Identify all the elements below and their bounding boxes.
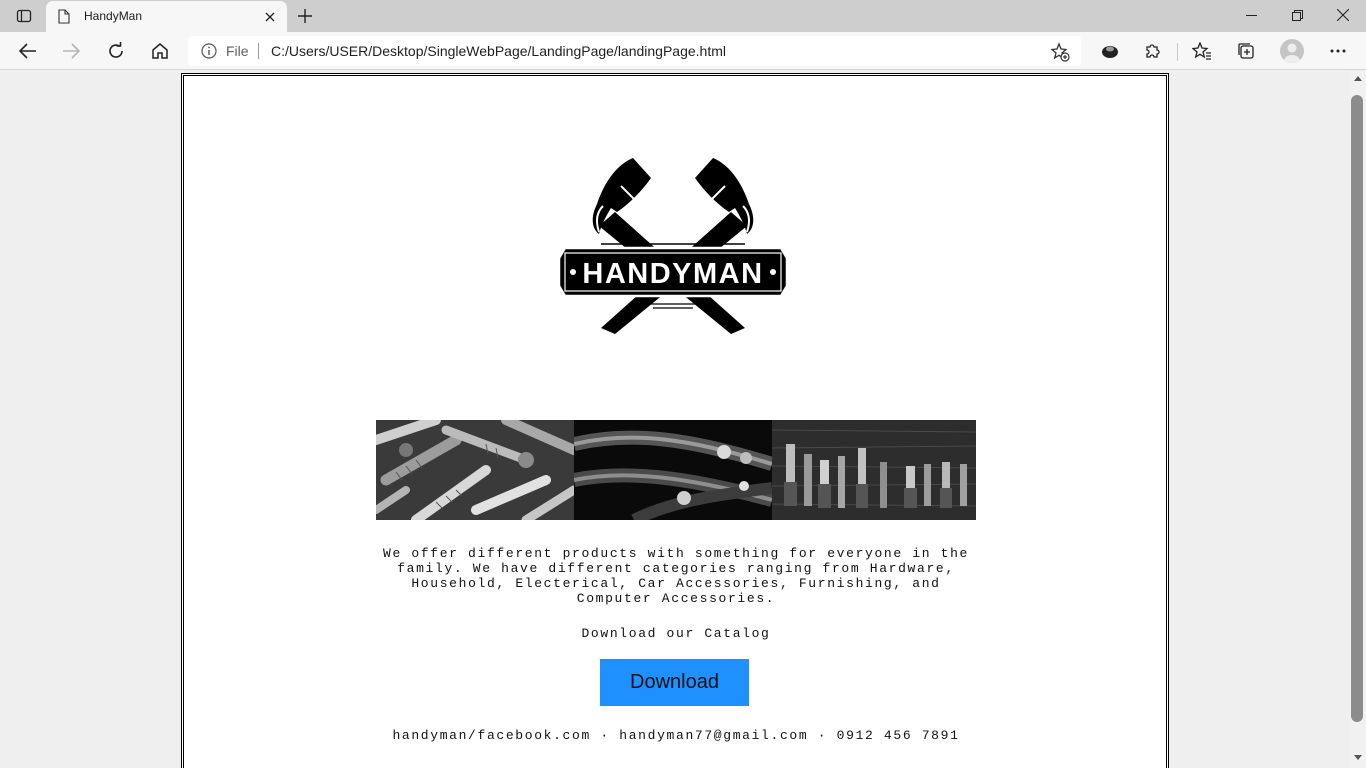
add-favorite-icon[interactable] <box>1050 42 1070 62</box>
extensions-button[interactable] <box>1138 37 1168 65</box>
shield-extension-icon <box>1102 46 1118 58</box>
tab-actions-icon <box>16 9 32 23</box>
back-button[interactable] <box>13 37 43 65</box>
home-button[interactable] <box>145 37 175 65</box>
document-icon <box>58 9 70 24</box>
footer-separator: · <box>817 728 828 743</box>
new-tab-button[interactable] <box>292 4 318 28</box>
bolts-photo <box>376 420 574 520</box>
tab-title: HandyMan <box>84 9 143 23</box>
forward-button[interactable] <box>56 37 86 65</box>
close-icon <box>265 12 275 22</box>
toolbar-divider <box>1177 43 1178 61</box>
scroll-down-arrow-icon[interactable] <box>1354 753 1362 761</box>
browser-toolbar: File C:/Users/USER/Desktop/SingleWebPage… <box>0 32 1366 70</box>
profile-icon <box>1284 43 1300 63</box>
facebook-link[interactable]: handyman/facebook.com <box>392 728 590 743</box>
close-window-button[interactable] <box>1320 0 1366 30</box>
email-link[interactable]: handyman77@gmail.com <box>619 728 808 743</box>
phone-number: 0912 456 7891 <box>836 728 960 743</box>
page-viewport: HANDYMAN We offer different products wit… <box>0 71 1350 768</box>
back-arrow-icon <box>19 43 36 59</box>
extension-shield-button[interactable] <box>1095 37 1125 65</box>
collections-button[interactable] <box>1231 37 1261 65</box>
scroll-up-arrow-icon[interactable] <box>1354 75 1362 83</box>
cables-photo <box>574 420 772 520</box>
tab-close-button[interactable] <box>262 9 278 25</box>
restore-icon <box>1291 9 1303 21</box>
handyman-logo: HANDYMAN <box>557 158 789 334</box>
catalog-label: Download our Catalog <box>581 626 771 641</box>
info-icon[interactable] <box>201 43 217 59</box>
plus-icon <box>298 9 312 23</box>
minimize-button[interactable] <box>1228 0 1274 30</box>
url-text[interactable]: C:/Users/USER/Desktop/SingleWebPage/Land… <box>271 43 726 59</box>
footer-separator: · <box>600 728 610 743</box>
favorites-button[interactable] <box>1187 37 1217 65</box>
scheme-label: File <box>226 43 249 59</box>
favorites-icon <box>1192 42 1211 60</box>
scrollbar-thumb[interactable] <box>1351 95 1363 722</box>
tab-handyman[interactable]: HandyMan <box>46 1 287 32</box>
contact-footer: handyman/facebook.com · handyman77@gmail… <box>376 728 976 743</box>
forward-arrow-icon <box>63 43 80 59</box>
vertical-scrollbar[interactable] <box>1350 71 1366 768</box>
tab-actions-button[interactable] <box>8 4 40 28</box>
refresh-button[interactable] <box>101 37 131 65</box>
minimize-icon <box>1245 14 1257 16</box>
tab-strip: HandyMan <box>0 0 1366 32</box>
address-bar[interactable]: File C:/Users/USER/Desktop/SingleWebPage… <box>188 36 1081 66</box>
logo-wordmark: HANDYMAN <box>582 258 763 290</box>
tools-photo <box>772 420 976 520</box>
refresh-icon <box>109 42 123 58</box>
address-divider <box>258 43 259 59</box>
settings-more-button[interactable] <box>1323 37 1353 65</box>
restore-button[interactable] <box>1274 0 1320 30</box>
profile-avatar[interactable] <box>1280 39 1304 63</box>
product-banner-image <box>376 420 976 520</box>
download-button[interactable]: Download <box>600 659 749 706</box>
puzzle-icon <box>1146 44 1160 58</box>
description-text: We offer different products with somethi… <box>383 546 969 606</box>
home-icon <box>152 43 168 59</box>
close-window-icon <box>1337 9 1349 21</box>
more-icon <box>1330 49 1346 53</box>
page-container: HANDYMAN We offer different products wit… <box>181 73 1169 768</box>
collections-icon <box>1238 43 1254 59</box>
